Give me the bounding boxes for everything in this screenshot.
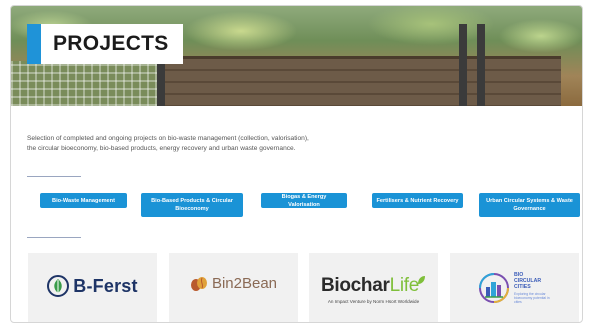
category-button-biogas-energy[interactable]: Biogas & Energy Valorisation <box>261 193 347 208</box>
page-title-box: PROJECTS <box>27 24 183 64</box>
divider <box>27 176 81 177</box>
project-card-biocharlife[interactable]: BiocharLife An Impact Venture by Norm Hs… <box>309 253 438 322</box>
leaf-icon <box>418 276 426 284</box>
title-accent-bar <box>27 24 41 64</box>
project-name-accent: Life <box>389 275 420 296</box>
page-frame: PROJECTS Selection of completed and ongo… <box>10 5 583 323</box>
project-card-bin2bean[interactable]: Bin2Bean <box>169 253 298 322</box>
bcc-text: BIO CIRCULAR CITIES Exploring the circul… <box>511 272 552 304</box>
project-logo-bio-circular-cities: BIO CIRCULAR CITIES Exploring the circul… <box>450 271 579 305</box>
project-card-b-ferst[interactable]: B-Ferst <box>28 253 157 322</box>
intro-text: Selection of completed and ongoing proje… <box>27 135 309 152</box>
project-tagline: Exploring the circular bioeconomy potent… <box>514 292 550 304</box>
divider <box>27 237 81 238</box>
page-title: PROJECTS <box>53 32 169 55</box>
hero-planter <box>161 56 561 106</box>
bean-icon <box>190 276 207 291</box>
category-button-urban-circular-systems[interactable]: Urban Circular Systems & Waste Governanc… <box>479 193 580 217</box>
hero-fence <box>11 61 161 106</box>
city-circle-icon <box>479 273 509 303</box>
project-title-line: CITIES <box>514 284 531 290</box>
project-subtitle: An Impact Venture by Norm Hsort Worldwid… <box>327 299 420 304</box>
hero-post <box>477 24 485 106</box>
project-logo-b-ferst: B-Ferst <box>28 275 157 297</box>
project-name: Bin2Bean <box>211 275 278 292</box>
project-logo-bin2bean: Bin2Bean <box>169 275 298 292</box>
leaf-circle-icon <box>47 275 70 297</box>
biochar-logo: BiocharLife An Impact Venture by Norm Hs… <box>321 275 426 304</box>
category-button-bio-based-products[interactable]: Bio-Based Products & Circular Bioeconomy <box>141 193 243 217</box>
project-name: BiocharLife <box>321 275 426 297</box>
hero-post <box>459 24 467 106</box>
project-card-bio-circular-cities[interactable]: BIO CIRCULAR CITIES Exploring the circul… <box>450 253 579 322</box>
project-logo-biocharlife: BiocharLife An Impact Venture by Norm Hs… <box>309 275 438 304</box>
category-button-fertilisers[interactable]: Fertilisers & Nutrient Recovery <box>372 193 463 208</box>
hero-banner: PROJECTS <box>11 6 582 106</box>
category-button-bio-waste-management[interactable]: Bio-Waste Management <box>40 193 127 208</box>
project-name: B-Ferst <box>73 275 138 296</box>
project-name-main: Biochar <box>320 275 390 296</box>
